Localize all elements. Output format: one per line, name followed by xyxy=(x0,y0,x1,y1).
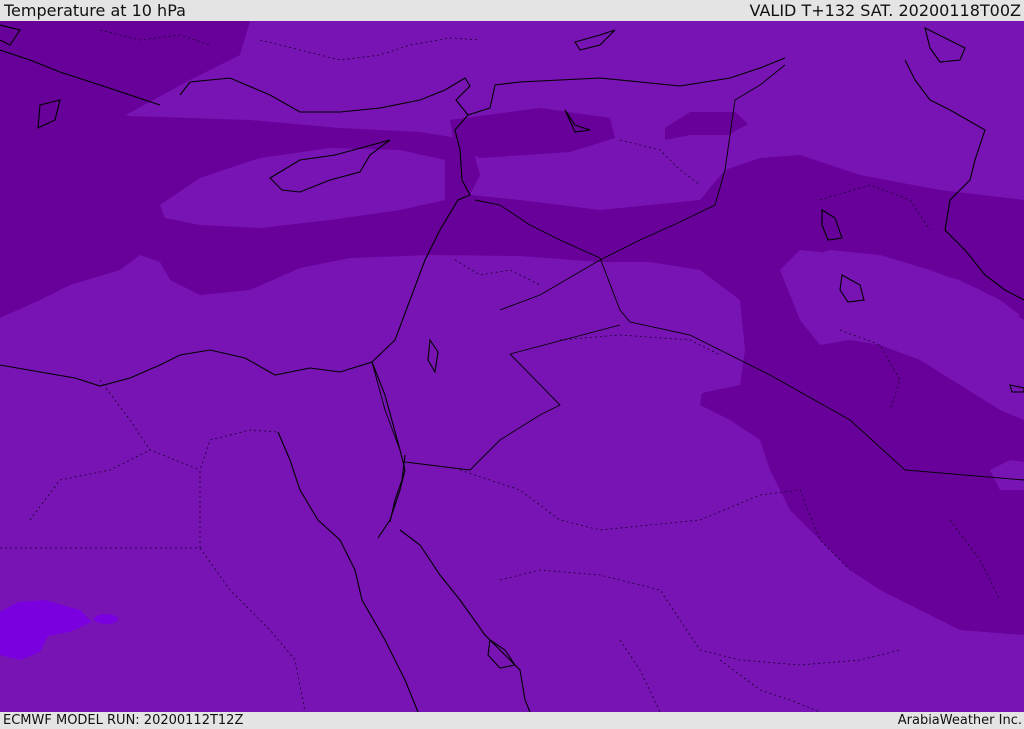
warm-patch-egypt-small xyxy=(94,614,118,624)
valid-time: VALID T+132 SAT. 20200118T00Z xyxy=(749,1,1021,20)
model-run: ECMWF MODEL RUN: 20200112T12Z xyxy=(3,713,244,728)
map-title: Temperature at 10 hPa xyxy=(4,1,186,20)
weather-map xyxy=(0,21,1024,712)
credit-label: ArabiaWeather Inc. xyxy=(897,713,1022,728)
map-header: Temperature at 10 hPa VALID T+132 SAT. 2… xyxy=(0,0,1024,21)
map-footer: ECMWF MODEL RUN: 20200112T12Z ArabiaWeat… xyxy=(0,712,1024,729)
